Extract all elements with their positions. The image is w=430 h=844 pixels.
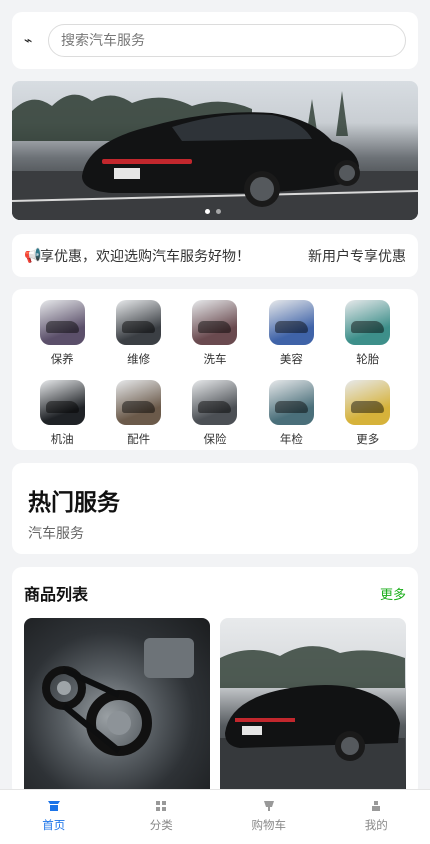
product-car-image <box>220 646 405 798</box>
category-label: 机油 <box>50 431 74 446</box>
banner-carousel[interactable] <box>12 81 418 220</box>
tab-label: 购物车 <box>251 818 287 832</box>
category-item-inspection[interactable]: 年检 <box>253 379 329 451</box>
category-label: 保险 <box>203 431 227 446</box>
flash-icon[interactable]: ⌁ <box>24 33 44 49</box>
search-box[interactable] <box>48 24 406 57</box>
category-item-more[interactable]: 更多 <box>330 379 406 451</box>
category-label: 配件 <box>127 431 151 446</box>
category-label: 轮胎 <box>356 352 380 366</box>
tab-label: 首页 <box>42 818 66 832</box>
hot-services-title: 热门服务 <box>28 490 120 516</box>
tab-profile[interactable]: 我的 <box>323 790 430 844</box>
user-icon <box>372 801 381 811</box>
product-card[interactable] <box>220 618 406 798</box>
category-image <box>39 300 85 345</box>
category-label: 维修 <box>127 352 151 366</box>
category-image <box>345 379 391 425</box>
category-item-oil[interactable]: 机油 <box>24 379 100 451</box>
tab-label: 我的 <box>364 818 388 832</box>
home-icon <box>47 801 60 811</box>
carousel-dot[interactable] <box>216 209 221 214</box>
product-list-title: 商品列表 <box>24 585 89 604</box>
search-bar: ⌁ <box>12 12 418 69</box>
tab-category[interactable]: 分类 <box>108 790 216 844</box>
category-item-carwash[interactable]: 洗车 <box>177 300 253 371</box>
bottom-tab-bar: 首页 分类 购物车 我的 <box>0 789 430 844</box>
cart-icon <box>263 801 274 811</box>
product-row <box>24 618 406 798</box>
category-label: 美容 <box>279 352 303 366</box>
tab-home[interactable]: 首页 <box>0 790 108 844</box>
tab-label: 分类 <box>149 818 173 832</box>
category-image <box>192 300 238 345</box>
category-item-tires[interactable]: 轮胎 <box>330 300 406 371</box>
category-grid: 保养 维修 洗车 美容 轮胎 机油 配件 保险 年检 更多 <box>12 289 418 450</box>
product-card[interactable] <box>24 618 210 798</box>
carousel-dot[interactable] <box>205 209 210 214</box>
category-item-parts[interactable]: 配件 <box>100 379 176 451</box>
notice-bar[interactable]: 📢 享优惠，欢迎选购汽车服务好物！ 新用户专享优惠 <box>12 234 418 277</box>
category-image <box>192 379 238 425</box>
banner-car-image <box>12 91 418 220</box>
hot-services-card[interactable]: 热门服务 汽车服务 <box>12 463 418 554</box>
category-item-insurance[interactable]: 保险 <box>177 379 253 451</box>
product-list-section: 商品列表 更多 <box>12 567 418 798</box>
category-label: 保养 <box>50 352 74 366</box>
category-image <box>39 379 85 425</box>
notice-promo[interactable]: 新用户专享优惠 <box>308 246 406 266</box>
category-item-repair[interactable]: 维修 <box>100 300 176 371</box>
carousel-dots <box>205 209 221 214</box>
category-label: 年检 <box>279 431 303 446</box>
category-image <box>268 379 314 425</box>
category-label: 洗车 <box>203 352 227 366</box>
product-engine-image <box>42 638 194 756</box>
megaphone-icon: 📢 <box>24 247 42 264</box>
search-input[interactable] <box>61 32 393 49</box>
category-image <box>268 300 314 345</box>
category-image <box>116 300 162 345</box>
category-icon <box>156 801 167 811</box>
notice-text: 享优惠，欢迎选购汽车服务好物！ <box>40 248 250 265</box>
category-image <box>345 300 391 345</box>
category-item-beauty[interactable]: 美容 <box>253 300 329 371</box>
category-item-maintenance[interactable]: 保养 <box>24 300 100 371</box>
product-list-more-link[interactable]: 更多 <box>380 584 406 603</box>
category-label: 更多 <box>356 431 380 446</box>
product-list-header: 商品列表 更多 <box>24 581 406 605</box>
tab-cart[interactable]: 购物车 <box>215 790 323 844</box>
category-image <box>116 379 162 425</box>
hot-services-subtitle: 汽车服务 <box>28 526 84 542</box>
